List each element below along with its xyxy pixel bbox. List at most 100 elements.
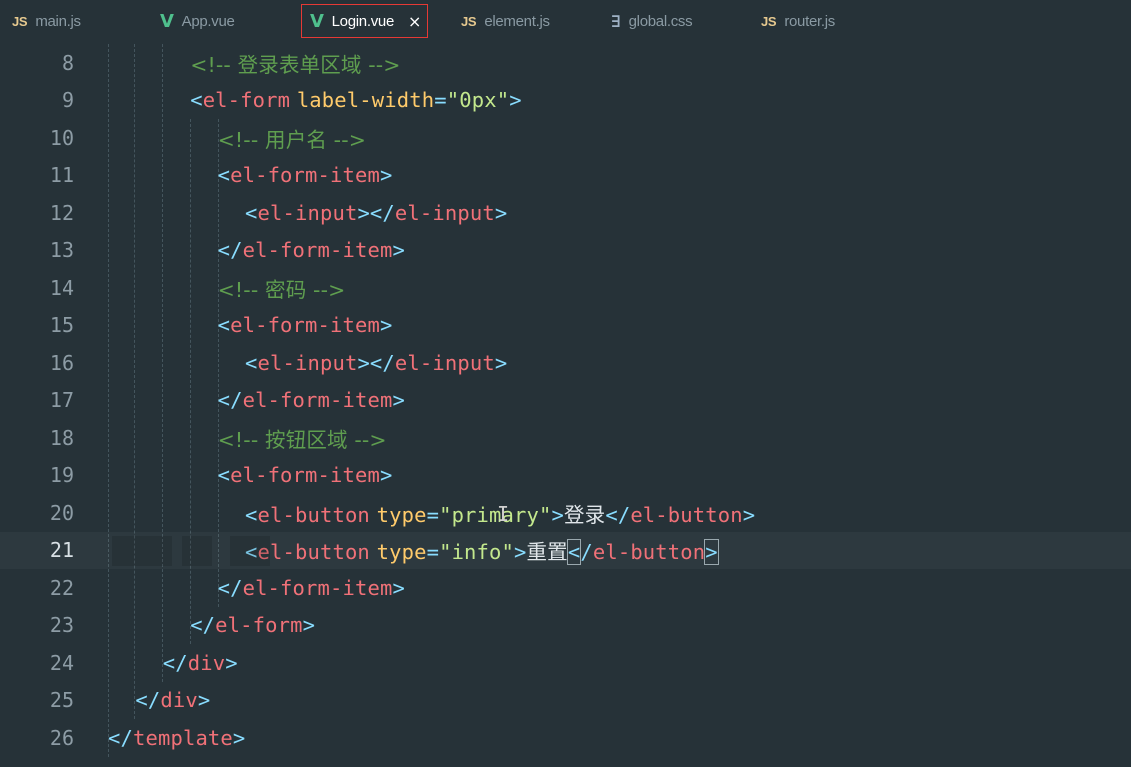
code-token: el-input <box>257 350 358 375</box>
code-token: el-input <box>394 200 495 225</box>
code-token: > <box>704 539 719 566</box>
comment-token: <!-- 按钮区域 --> <box>217 427 387 452</box>
line-number: 21 <box>49 538 74 563</box>
code-text: <!-- 密码 --> <box>218 273 346 303</box>
code-text: <!-- 用户名 --> <box>218 123 367 153</box>
line-number: 19 <box>49 463 74 488</box>
comment-token: <!-- 密码 --> <box>217 277 346 302</box>
code-token: </ <box>605 502 631 527</box>
code-token: > <box>392 238 405 263</box>
code-line[interactable]: 17 </el-form-item> <box>0 382 1131 420</box>
code-token: el-button <box>630 502 743 527</box>
tab-login-vue[interactable]: V Login.vue × <box>301 4 429 38</box>
code-line[interactable]: 15 <el-form-item> <box>0 307 1131 345</box>
code-line[interactable]: 22 </el-form-item> <box>0 569 1131 607</box>
code-line[interactable]: 8 <!-- 登录表单区域 --> <box>0 44 1131 82</box>
code-token: > <box>197 688 211 713</box>
code-line[interactable]: 20 <el-button type="primary">登录</el-butto… <box>0 494 1131 532</box>
code-token: = <box>426 540 440 565</box>
tab-label: router.js <box>784 12 835 30</box>
line-number: 8 <box>61 50 74 75</box>
code-line[interactable]: 23 </el-form> <box>0 607 1131 645</box>
code-token: el-form-item <box>242 575 393 600</box>
code-token: el-form-item <box>230 463 380 488</box>
code-line[interactable]: 11 <el-form-item> <box>0 157 1131 195</box>
code-text: </el-form-item> <box>218 238 405 262</box>
comment-token: <!-- 登录表单区域 --> <box>190 52 401 77</box>
code-token: div <box>187 650 226 675</box>
line-number: 17 <box>49 388 74 413</box>
code-token: el-button <box>257 540 370 565</box>
code-token: </ <box>135 688 161 713</box>
js-icon: JS <box>461 13 477 29</box>
code-line[interactable]: 16 <el-input></el-input> <box>0 344 1131 382</box>
code-token: </ <box>162 650 188 675</box>
code-line[interactable]: 13 </el-form-item> <box>0 232 1131 270</box>
code-text: <el-form-item> <box>218 463 393 487</box>
tab-element-js[interactable]: JS element.js <box>461 4 550 38</box>
line-number: 14 <box>49 275 74 300</box>
code-editor[interactable]: 8 <!-- 登录表单区域 --> 9 <el-form label-width="0… <box>0 43 1131 767</box>
code-token: > <box>225 650 238 675</box>
code-token: div <box>160 688 198 713</box>
code-line[interactable]: 19 <el-form-item> <box>0 457 1131 495</box>
code-token: < <box>190 88 203 113</box>
code-token: </ <box>217 238 243 263</box>
tab-app-vue[interactable]: V App.vue <box>160 4 235 38</box>
code-token: el-form <box>215 613 303 638</box>
code-line[interactable]: 25 </div> <box>0 682 1131 720</box>
code-token: el-input <box>257 200 358 225</box>
code-token: ></ <box>357 200 395 225</box>
tab-router-js[interactable]: JS router.js <box>761 4 835 38</box>
code-token: </ <box>108 725 133 750</box>
code-token: template <box>132 725 233 750</box>
code-token: > <box>494 200 508 225</box>
selection-ghost <box>230 535 270 566</box>
code-token: < <box>245 350 258 375</box>
mouse-ibeam-cursor-icon: I <box>497 502 510 526</box>
close-icon[interactable]: × <box>408 12 421 31</box>
code-text: <!-- 按钮区域 --> <box>218 423 387 453</box>
code-token: el-form <box>202 88 291 113</box>
code-text: </template> <box>108 726 245 750</box>
code-token: </ <box>217 575 243 600</box>
vue-icon: V <box>160 10 174 32</box>
code-token: "0px" <box>446 88 510 113</box>
code-line[interactable]: 24 </div> <box>0 644 1131 682</box>
code-line[interactable]: 18 <!-- 按钮区域 --> <box>0 419 1131 457</box>
code-token: > <box>380 163 393 188</box>
code-token: > <box>509 88 522 113</box>
code-token: > <box>392 388 405 413</box>
js-icon: JS <box>12 13 28 29</box>
css-icon: ∃ <box>611 11 621 31</box>
code-line[interactable]: 12 <el-input></el-input> <box>0 194 1131 232</box>
tab-label: element.js <box>484 12 550 30</box>
code-token: el-form-item <box>242 388 393 413</box>
line-number: 23 <box>49 613 74 638</box>
code-token: < <box>566 539 582 566</box>
tab-global-css[interactable]: ∃ global.css <box>611 4 693 38</box>
line-number: 12 <box>49 200 74 225</box>
code-line[interactable]: 26 </template> <box>0 719 1131 757</box>
line-number: 18 <box>49 425 74 450</box>
code-token: </ <box>217 388 243 413</box>
code-line[interactable]: 14 <!-- 密码 --> <box>0 269 1131 307</box>
code-token: > <box>514 540 527 565</box>
code-line[interactable]: 10 <!-- 用户名 --> <box>0 119 1131 157</box>
code-token: el-button <box>257 502 370 527</box>
code-token: < <box>217 313 231 338</box>
code-line[interactable]: 9 <el-form label-width="0px"> <box>0 82 1131 120</box>
code-token: type <box>376 540 427 565</box>
tab-label: global.css <box>628 12 693 30</box>
code-token: / <box>580 540 593 565</box>
code-text: </el-form-item> <box>218 388 405 412</box>
code-token: < <box>245 200 258 225</box>
code-text: </div> <box>135 688 210 712</box>
vue-icon: V <box>310 10 324 32</box>
line-number: 9 <box>61 88 74 113</box>
code-token: "info" <box>439 540 515 565</box>
tab-main-js[interactable]: JS main.js <box>12 4 81 38</box>
